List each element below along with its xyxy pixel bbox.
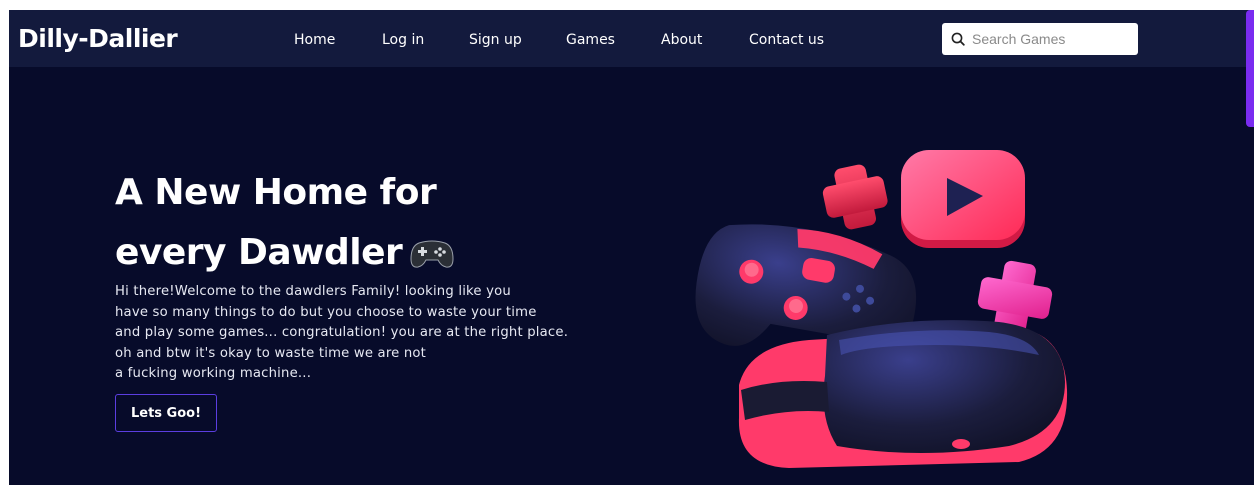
page-frame: Dilly-Dallier Home Log in Sign up Games … — [9, 10, 1254, 485]
gaming-controller-vr-illustration — [695, 150, 1068, 468]
navbar: Dilly-Dallier Home Log in Sign up Games … — [9, 10, 1254, 67]
hero-description: Hi there!Welcome to the dawdlers Family!… — [115, 282, 615, 385]
lets-goo-button[interactable]: Lets Goo! — [115, 394, 217, 432]
nav-login-link[interactable]: Log in — [382, 32, 424, 48]
hero-description-line: and play some games... congratulation! y… — [115, 325, 569, 340]
search-icon — [951, 32, 965, 46]
nav-games-link[interactable]: Games — [566, 32, 615, 48]
hero-title-line-1: A New Home for — [115, 172, 437, 213]
hero-title-line-2: every Dawdler — [115, 232, 403, 273]
hero-title: A New Home for every Dawdler — [115, 163, 595, 283]
nav-contact-link[interactable]: Contact us — [749, 32, 824, 48]
nav-home-link[interactable]: Home — [294, 32, 335, 48]
brand-logo[interactable]: Dilly-Dallier — [18, 24, 178, 53]
nav-about-link[interactable]: About — [661, 32, 702, 48]
hero-description-line: oh and btw it's okay to waste time we ar… — [115, 345, 427, 361]
scrollbar-thumb[interactable] — [1246, 10, 1254, 127]
hero-description-line: have so many things to do but you choose… — [115, 304, 537, 320]
hero-description-line: a fucking working machine... — [115, 366, 312, 381]
hero-description-line: Hi there!Welcome to the dawdlers Family!… — [115, 284, 511, 299]
search-input[interactable] — [972, 30, 1132, 48]
nav-signup-link[interactable]: Sign up — [469, 32, 522, 48]
search-box[interactable] — [942, 23, 1138, 55]
game-controller-icon — [410, 240, 454, 268]
